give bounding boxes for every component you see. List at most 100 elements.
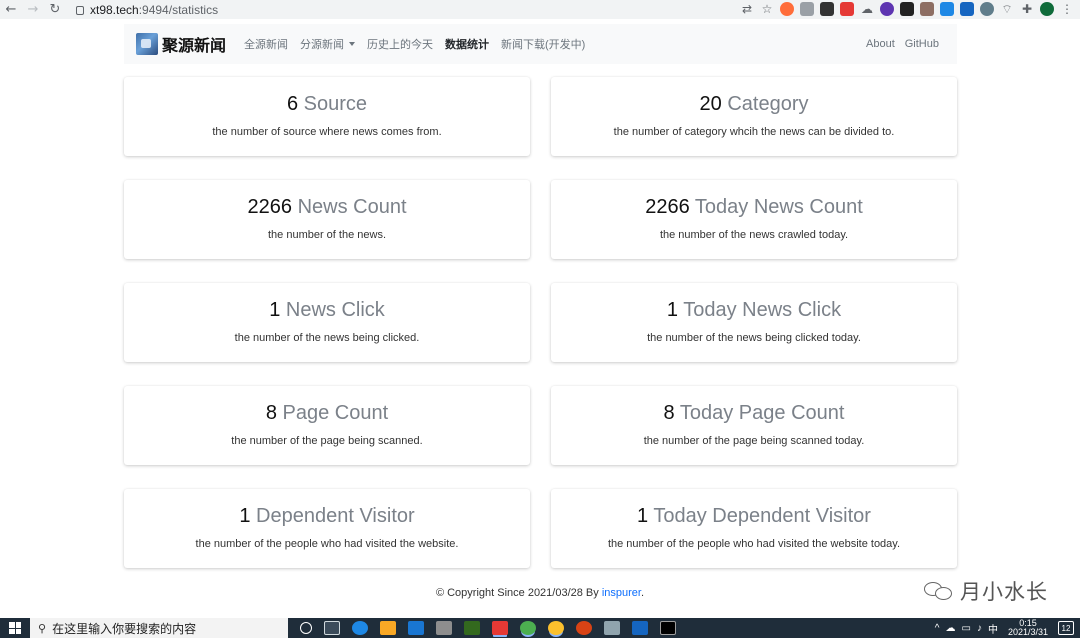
chrome-icon[interactable] (548, 621, 564, 635)
stat-title: 8 Today Page Count (551, 400, 957, 426)
stat-value: 6 (286, 93, 299, 115)
stat-label: News Count (297, 196, 407, 218)
app-orange-icon[interactable] (576, 621, 592, 635)
watermark: 月小水长 (924, 576, 1048, 606)
bookmark-star-icon[interactable]: ☆ (760, 2, 774, 16)
extension-j-icon[interactable] (960, 2, 974, 16)
lock-icon (76, 6, 84, 15)
wechat-bubble-icon (924, 580, 954, 602)
app-slate-icon[interactable] (604, 621, 620, 635)
tray-battery-icon[interactable]: ▭ (962, 623, 971, 634)
address-bar[interactable]: xt98.tech:9494/statistics (76, 3, 218, 17)
edge-icon[interactable] (352, 621, 368, 635)
url-host: xt98.tech (90, 2, 139, 17)
nav-link-history-today[interactable]: 历史上的今天 (367, 36, 433, 52)
extension-dark-icon[interactable] (820, 2, 834, 16)
nav-link-about[interactable]: About (866, 38, 895, 50)
extension-red-icon[interactable] (840, 2, 854, 16)
url-path: :9494/statistics (138, 2, 219, 17)
stat-card-today-dependent-visitor: 1 Today Dependent Visitor the number of … (551, 489, 957, 568)
stat-card-news-count: 2266 News Count the number of the news. (124, 180, 530, 259)
app-green-icon[interactable] (464, 621, 480, 635)
nav-link-download[interactable]: 新闻下载(开发中) (501, 36, 585, 52)
extension-gray-icon[interactable] (800, 2, 814, 16)
stat-title: 2266 Today News Count (551, 194, 957, 220)
nav-link-github[interactable]: GitHub (905, 38, 939, 50)
stat-title: 1 Today News Click (551, 297, 957, 323)
extension-orange-icon[interactable] (780, 2, 794, 16)
stat-value: 8 (663, 402, 675, 424)
extension-bar: ⇄ ☆ ☁ ⌔ ✚ ⋮ (740, 2, 1074, 16)
stat-title: 20 Category (551, 91, 957, 117)
puzzle-icon[interactable]: ✚ (1020, 2, 1034, 16)
tray-volume-icon[interactable]: ♪ (977, 623, 982, 634)
tray-cloud-icon[interactable]: ☁ (946, 623, 956, 634)
tray-clock[interactable]: 0:15 2021/3/31 (1008, 619, 1048, 637)
footer-copyright: © Copyright Since 2021/03/28 By (435, 587, 602, 599)
stat-label: Dependent Visitor (256, 505, 415, 527)
stat-description: the number of the news crawled today. (659, 229, 849, 241)
taskbar: ⚲ 在这里输入你要搜索的内容 ^ ☁ ▭ ♪ 中 0:15 2021/3/31 … (0, 618, 1080, 638)
brand[interactable]: 聚源新闻 (136, 32, 226, 56)
stat-label: Category (727, 93, 809, 115)
translate-icon[interactable]: ⇄ (740, 2, 754, 16)
extension-purple-icon[interactable] (880, 2, 894, 16)
brand-name: 聚源新闻 (162, 38, 227, 55)
profile-avatar-icon[interactable] (1040, 2, 1054, 16)
nav-link-all-news[interactable]: 全源新闻 (244, 36, 288, 52)
wifi-icon[interactable]: ⌔ (1000, 2, 1014, 16)
site-navbar: 聚源新闻 全源新闻 分源新闻 历史上的今天 数据统计 新闻下载(开发中) Abo… (124, 24, 957, 64)
stat-card-news-click: 1 News Click the number of the news bein… (124, 283, 530, 362)
watermark-text: 月小水长 (960, 580, 1048, 604)
stat-title: 1 Today Dependent Visitor (551, 503, 957, 529)
taskbar-search-placeholder: 在这里输入你要搜索的内容 (52, 621, 197, 636)
system-tray: ^ ☁ ▭ ♪ 中 0:15 2021/3/31 12 (935, 618, 1080, 638)
menu-dots-icon[interactable]: ⋮ (1060, 2, 1074, 16)
taskbar-apps (300, 621, 676, 635)
extension-black-icon[interactable] (900, 2, 914, 16)
stat-label: Today Dependent Visitor (653, 505, 871, 527)
stat-description: the number of the people who had visited… (607, 538, 901, 550)
stat-label: Page Count (282, 402, 389, 424)
stat-card-today-page-count: 8 Today Page Count the number of the pag… (551, 386, 957, 465)
nav-right: About GitHub (866, 24, 939, 64)
mail-icon[interactable] (408, 621, 424, 635)
file-explorer-icon[interactable] (380, 621, 396, 635)
app-gray-icon[interactable] (436, 621, 452, 635)
stat-description: the number of the page being scanned tod… (643, 435, 865, 447)
app-blue-icon[interactable] (632, 621, 648, 635)
stat-card-page-count: 8 Page Count the number of the page bein… (124, 386, 530, 465)
stat-description: the number of the news being clicked tod… (647, 332, 861, 344)
footer-author-link[interactable]: inspurer (602, 587, 641, 599)
stat-description: the number of the news. (267, 229, 386, 241)
terminal-icon[interactable] (660, 621, 676, 635)
back-arrow-icon[interactable]: ← (0, 0, 22, 19)
taskbar-search-box[interactable]: ⚲ 在这里输入你要搜索的内容 (30, 618, 288, 638)
stat-title: 6 Source (124, 91, 530, 117)
caret-down-icon (349, 42, 356, 46)
nav-link-by-source[interactable]: 分源新闻 (300, 36, 356, 52)
stat-card-category: 20 Category the number of category whcih… (551, 77, 957, 156)
tray-chevron-icon[interactable]: ^ (935, 623, 940, 634)
cortana-icon[interactable] (300, 622, 312, 634)
notification-count: 12 (1061, 623, 1071, 633)
wechat-icon[interactable] (520, 621, 536, 635)
tray-ime[interactable]: 中 (988, 621, 998, 636)
notification-icon[interactable]: 12 (1058, 621, 1074, 635)
stat-title: 1 Dependent Visitor (124, 503, 530, 529)
nav-link-statistics[interactable]: 数据统计 (445, 36, 489, 52)
extension-brown-icon[interactable] (920, 2, 934, 16)
forward-arrow-icon[interactable]: → (22, 0, 44, 19)
start-button[interactable] (0, 618, 30, 638)
stat-description: the number of the people who had visited… (195, 538, 459, 550)
reload-icon[interactable]: ↻ (44, 0, 66, 19)
extension-blue-icon[interactable] (940, 2, 954, 16)
task-view-icon[interactable] (324, 621, 340, 635)
search-icon: ⚲ (38, 621, 47, 635)
stat-description: the number of the news being clicked. (234, 332, 420, 344)
app-red-icon[interactable] (492, 621, 508, 635)
stat-card-today-news-count: 2266 Today News Count the number of the … (551, 180, 957, 259)
cloud-icon[interactable]: ☁ (860, 2, 874, 16)
extension-slate-icon[interactable] (980, 2, 994, 16)
footer-suffix: . (640, 587, 645, 599)
